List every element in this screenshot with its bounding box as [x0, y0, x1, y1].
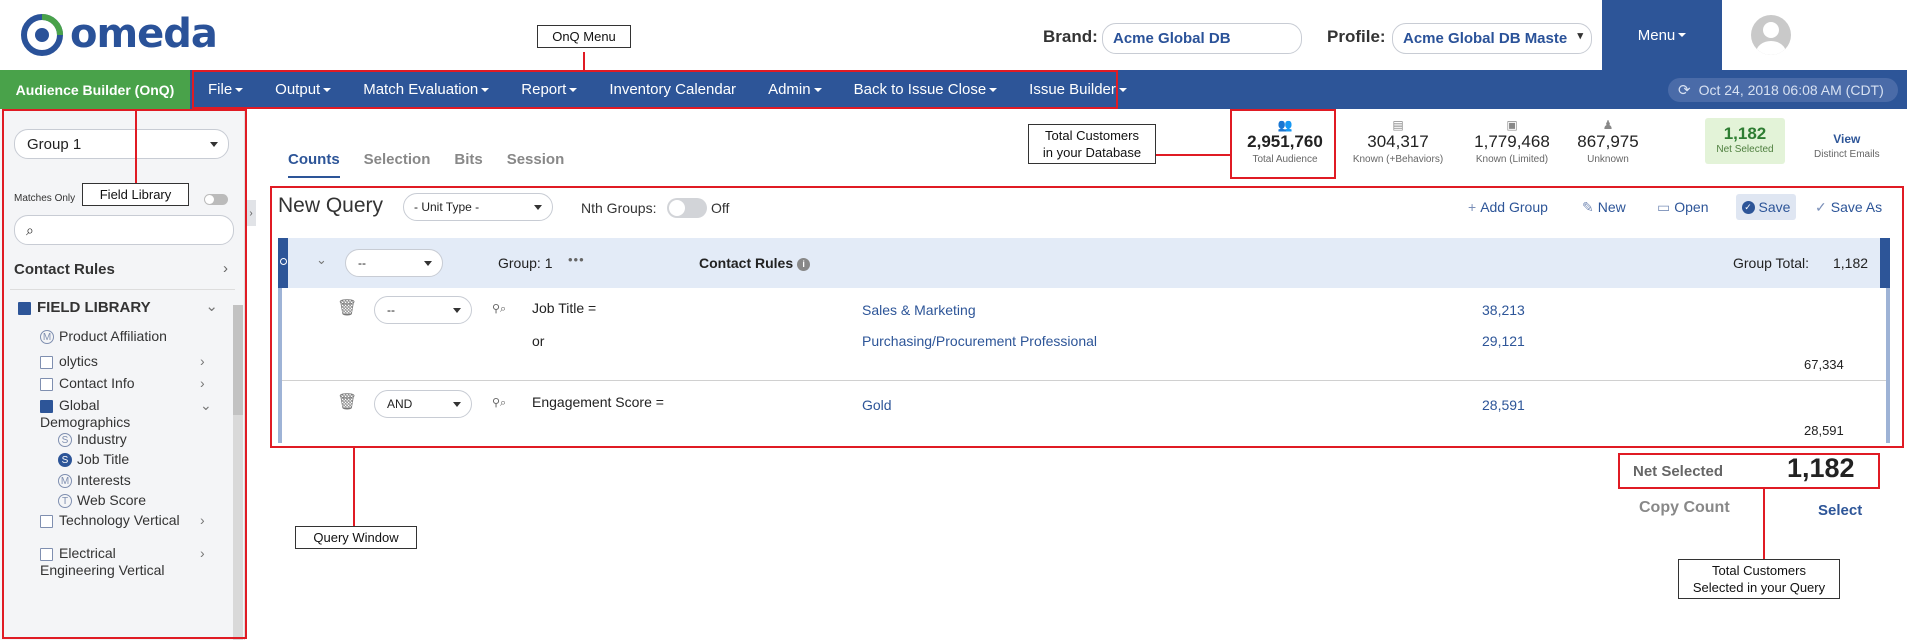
annotation-total-customers-line1: Total Customers — [1045, 128, 1139, 143]
net-selected-label: Net Selected — [1716, 144, 1774, 155]
unknown-stat: ♟ 867,975 Unknown — [1558, 118, 1658, 165]
caret-down-icon — [1678, 33, 1687, 37]
known-behaviors-stat: ▤ 304,317 Known (+Behaviors) — [1348, 118, 1448, 165]
annotation-query-window-box — [270, 186, 1904, 448]
known-behaviors-value: 304,317 — [1367, 132, 1429, 151]
datetime-text: Oct 24, 2018 06:08 AM (CDT) — [1698, 82, 1884, 98]
copy-count-button[interactable]: Copy Count — [1639, 499, 1730, 517]
annotation-line — [1763, 489, 1765, 559]
annotation-onq-menu-label: OnQ Menu — [537, 25, 631, 48]
sidebar-collapse-handle[interactable]: › — [246, 200, 256, 226]
datetime-badge[interactable]: ⟳ Oct 24, 2018 06:08 AM (CDT) — [1668, 78, 1898, 102]
logo-text: omeda — [70, 11, 218, 57]
annotation-line — [1156, 154, 1230, 156]
select-link[interactable]: Select — [1818, 502, 1862, 519]
user-avatar[interactable] — [1751, 15, 1791, 55]
omeda-logo[interactable]: omeda — [18, 8, 218, 60]
annotation-total-customers-label: Total Customers in your Database — [1028, 124, 1156, 164]
net-selected-value: 1,182 — [1723, 124, 1767, 143]
chevron-right-icon: › — [249, 207, 253, 219]
unknown-label: Unknown — [1587, 154, 1629, 165]
unknown-value: 867,975 — [1577, 132, 1639, 151]
known-limited-value: 1,779,468 — [1474, 132, 1550, 151]
annotation-selected-box — [1618, 453, 1880, 489]
annotation-total-customers-line2: in your Database — [1042, 145, 1142, 160]
id-card-icon: ▤ — [1392, 118, 1404, 132]
profile-select-value: Acme Global DB Maste — [1403, 30, 1568, 47]
annotation-total-customers-box — [1230, 109, 1336, 179]
distinct-emails: View Distinct Emails — [1814, 132, 1880, 160]
known-limited-stat: ▣ 1,779,468 Known (Limited) — [1462, 118, 1562, 165]
top-header: omeda Brand: Acme Global DB Profile: Acm… — [0, 0, 1907, 70]
profile-select[interactable]: Acme Global DB Maste ▾ — [1392, 23, 1592, 54]
query-tabs: Counts Selection Bits Session — [288, 151, 588, 178]
known-behaviors-label: Known (+Behaviors) — [1352, 154, 1444, 165]
annotation-line — [135, 109, 137, 183]
main-menu-button[interactable]: Menu — [1602, 0, 1722, 70]
tab-selection[interactable]: Selection — [364, 151, 431, 178]
refresh-icon: ⟳ — [1678, 82, 1691, 99]
annotation-line — [583, 52, 585, 70]
brand-label: Brand: — [1043, 27, 1098, 46]
audience-builder-label[interactable]: Audience Builder (OnQ) — [0, 70, 190, 109]
annotation-onq-menu-box — [192, 70, 1118, 109]
known-limited-label: Known (Limited) — [1475, 154, 1549, 165]
distinct-emails-label: Distinct Emails — [1814, 149, 1880, 160]
tab-session[interactable]: Session — [507, 151, 565, 178]
net-selected-box: 1,182 Net Selected — [1705, 118, 1785, 164]
annotation-selected-line2: Selected in your Query — [1692, 580, 1826, 595]
menu-label: Menu — [1637, 26, 1676, 44]
annotation-field-library-label: Field Library — [82, 183, 189, 206]
tab-counts[interactable]: Counts — [288, 151, 340, 178]
chevron-down-icon: ▾ — [1577, 30, 1583, 42]
user-secret-icon: ♟ — [1602, 118, 1614, 132]
profile-label: Profile: — [1327, 27, 1386, 46]
badge-icon: ▣ — [1506, 118, 1518, 132]
annotation-selected-line1: Total Customers — [1712, 563, 1806, 578]
annotation-line — [353, 448, 355, 526]
annotation-query-window-label: Query Window — [295, 526, 417, 549]
brand-input[interactable]: Acme Global DB — [1102, 23, 1302, 54]
annotation-selected-label: Total Customers Selected in your Query — [1678, 559, 1840, 599]
tab-bits[interactable]: Bits — [454, 151, 482, 178]
caret-down-icon — [1118, 88, 1127, 93]
omeda-logo-icon — [21, 14, 63, 56]
view-emails-link[interactable]: View — [1814, 132, 1880, 146]
